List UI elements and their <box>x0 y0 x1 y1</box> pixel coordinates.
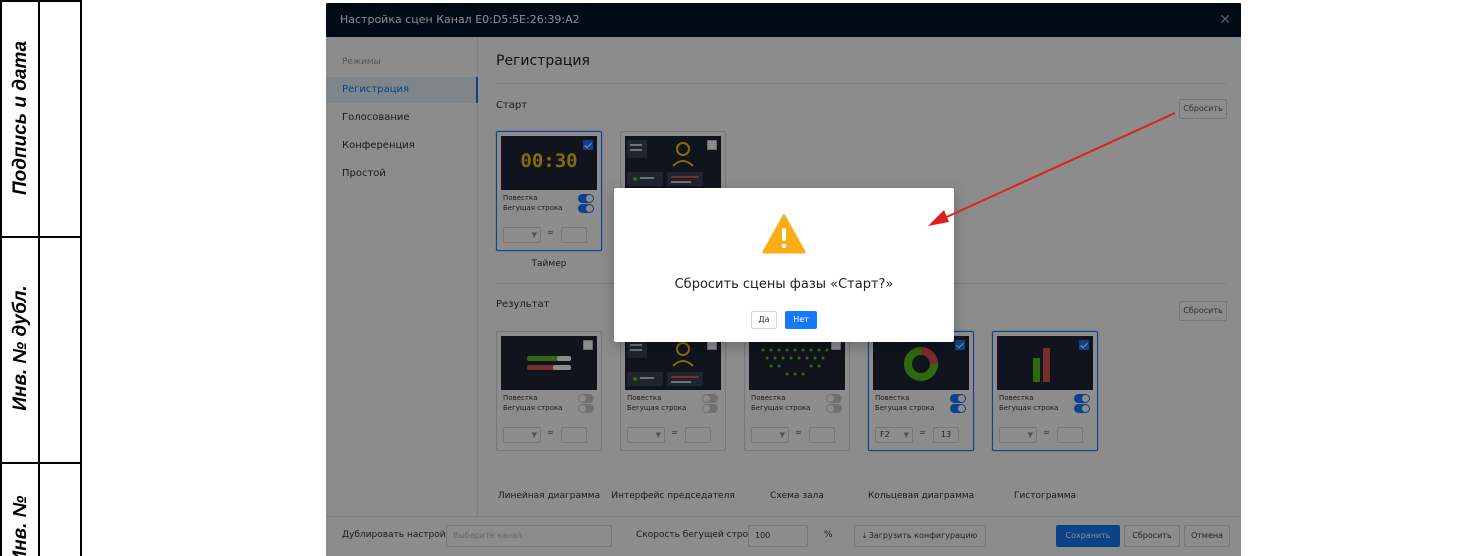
yes-button[interactable]: Да <box>751 311 777 329</box>
stamp-label-signature-date: Подпись и дата <box>10 40 31 196</box>
confirm-message: Сбросить сцены фазы «Старт?» <box>674 277 894 292</box>
stamp-label-dup-inv: Инв. № дубл. <box>10 285 31 411</box>
confirm-dialog: Сбросить сцены фазы «Старт?» Да Нет <box>614 188 954 342</box>
stamp-divider <box>2 236 82 238</box>
no-button[interactable]: Нет <box>785 311 817 329</box>
stamp-divider <box>2 462 82 464</box>
document-margin-stamp: Подпись и дата Инв. № дубл. Инв. № <box>0 0 82 556</box>
stamp-divider <box>2 0 82 2</box>
warning-icon <box>762 214 806 254</box>
stamp-label-inv-no: Инв. № <box>10 495 31 556</box>
